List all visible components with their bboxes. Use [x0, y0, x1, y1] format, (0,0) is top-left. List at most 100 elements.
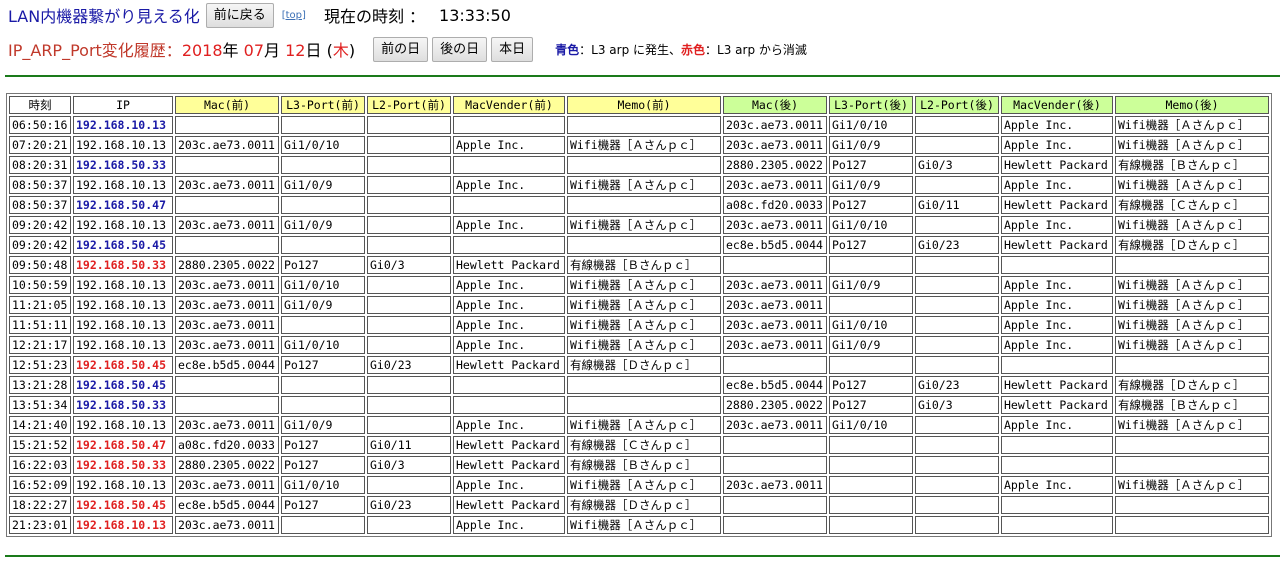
table-cell: a08c.fd20.0033: [175, 436, 279, 454]
table-cell: [915, 296, 999, 314]
table-cell: 有線機器［Ｂさんｐｃ］: [1115, 156, 1269, 174]
table-cell: Po127: [829, 396, 913, 414]
legend-red-label: 赤色: [681, 42, 706, 57]
table-cell: Gi1/0/10: [281, 136, 365, 154]
next-day-button[interactable]: 後の日: [432, 36, 488, 62]
table-cell: [723, 436, 827, 454]
history-bar: IP_ARP_Port変化履歴： 2018年 07月 12日 (木) 前の日 後…: [8, 35, 807, 63]
date-day: 12: [285, 41, 306, 60]
ip-cell: 192.168.10.13: [73, 116, 173, 134]
table-cell: 203c.ae73.0011: [175, 476, 279, 494]
table-cell: 2880.2305.0022: [723, 396, 827, 414]
table-cell: 203c.ae73.0011: [723, 316, 827, 334]
ip-cell: 192.168.50.45: [73, 236, 173, 254]
today-button[interactable]: 本日: [491, 36, 534, 62]
table-cell: Apple Inc.: [453, 336, 565, 354]
time-cell: 18:22:27: [9, 496, 71, 514]
ip-cell: 192.168.10.13: [73, 176, 173, 194]
table-cell: 203c.ae73.0011: [175, 176, 279, 194]
table-cell: [175, 156, 279, 174]
time-cell: 13:51:34: [9, 396, 71, 414]
table-cell: 有線機器［Ｂさんｐｃ］: [567, 256, 721, 274]
table-cell: Po127: [281, 456, 365, 474]
ip-cell: 192.168.50.45: [73, 356, 173, 374]
table-cell: Wifi機器［Ａさんｐｃ］: [1115, 276, 1269, 294]
table-cell: [281, 156, 365, 174]
table-row: 09:20:42 192.168.10.13 203c.ae73.0011 Gi1/0…: [9, 216, 1269, 234]
table-cell: Gi0/23: [915, 236, 999, 254]
column-header: Mac(前): [175, 96, 279, 114]
table-row: 06:50:16 192.168.10.13 203c.ae73.0011 Gi1/0…: [9, 116, 1269, 134]
table-cell: [367, 236, 451, 254]
table-cell: Wifi機器［Ａさんｐｃ］: [1115, 216, 1269, 234]
table-cell: [915, 496, 999, 514]
table-cell: [281, 396, 365, 414]
table-cell: ec8e.b5d5.0044: [723, 236, 827, 254]
table-cell: 203c.ae73.0011: [723, 216, 827, 234]
table-cell: Wifi機器［Ａさんｐｃ］: [567, 316, 721, 334]
table-cell: [915, 276, 999, 294]
table-cell: [453, 236, 565, 254]
date-month: 07: [243, 41, 264, 60]
table-cell: Apple Inc.: [453, 476, 565, 494]
table-cell: Gi1/0/10: [829, 316, 913, 334]
back-button[interactable]: 前に戻る: [205, 2, 274, 28]
table-cell: Wifi機器［Ａさんｐｃ］: [567, 136, 721, 154]
table-cell: Apple Inc.: [453, 136, 565, 154]
table-cell: Po127: [829, 376, 913, 394]
table-cell: Apple Inc.: [1001, 276, 1113, 294]
table-cell: 203c.ae73.0011: [175, 216, 279, 234]
table-cell: 203c.ae73.0011: [723, 416, 827, 434]
table-cell: 203c.ae73.0011: [175, 136, 279, 154]
table-cell: [915, 436, 999, 454]
table-cell: Hewlett Packard: [453, 496, 565, 514]
table-cell: [915, 176, 999, 194]
table-cell: [281, 376, 365, 394]
table-cell: [281, 116, 365, 134]
table-cell: Hewlett Packard: [453, 256, 565, 274]
table-cell: Po127: [829, 196, 913, 214]
table-cell: [1001, 516, 1113, 534]
table-cell: [1115, 356, 1269, 374]
time-cell: 21:23:01: [9, 516, 71, 534]
table-cell: [723, 516, 827, 534]
table-cell: 203c.ae73.0011: [175, 416, 279, 434]
history-date: 2018年 07月 12日 (木): [182, 37, 355, 61]
table-cell: Apple Inc.: [453, 316, 565, 334]
ip-cell: 192.168.10.13: [73, 416, 173, 434]
table-cell: [1001, 496, 1113, 514]
table-cell: Wifi機器［Ａさんｐｃ］: [1115, 116, 1269, 134]
table-cell: Hewlett Packard: [453, 456, 565, 474]
prev-day-button[interactable]: 前の日: [373, 36, 429, 62]
table-cell: Gi0/11: [915, 196, 999, 214]
table-cell: [367, 476, 451, 494]
table-cell: 203c.ae73.0011: [723, 276, 827, 294]
table-cell: Gi1/0/9: [829, 136, 913, 154]
table-cell: [915, 416, 999, 434]
top-link[interactable]: [top]: [282, 10, 306, 21]
table-cell: [1115, 436, 1269, 454]
table-cell: [281, 316, 365, 334]
table-cell: 有線機器［Ｄさんｐｃ］: [567, 356, 721, 374]
date-day-unit: 日: [305, 41, 322, 60]
time-cell: 11:21:05: [9, 296, 71, 314]
table-cell: 203c.ae73.0011: [723, 476, 827, 494]
table-row: 16:52:09 192.168.10.13 203c.ae73.0011 Gi1/0…: [9, 476, 1269, 494]
table-cell: [829, 436, 913, 454]
table-row: 13:21:28 192.168.50.45 ec8e.b5d5.0044 Po127…: [9, 376, 1269, 394]
table-cell: [281, 196, 365, 214]
time-cell: 10:50:59: [9, 276, 71, 294]
table-cell: Gi0/3: [915, 396, 999, 414]
table-cell: [367, 396, 451, 414]
ip-cell: 192.168.50.47: [73, 436, 173, 454]
table-cell: [367, 376, 451, 394]
time-cell: 06:50:16: [9, 116, 71, 134]
table-cell: [1115, 496, 1269, 514]
ip-cell: 192.168.10.13: [73, 296, 173, 314]
table-cell: [567, 116, 721, 134]
table-cell: Apple Inc.: [1001, 416, 1113, 434]
date-year-unit: 年: [222, 41, 239, 60]
table-cell: Po127: [281, 256, 365, 274]
column-header: Mac(後): [723, 96, 827, 114]
table-row: 14:21:40 192.168.10.13 203c.ae73.0011 Gi1/0…: [9, 416, 1269, 434]
